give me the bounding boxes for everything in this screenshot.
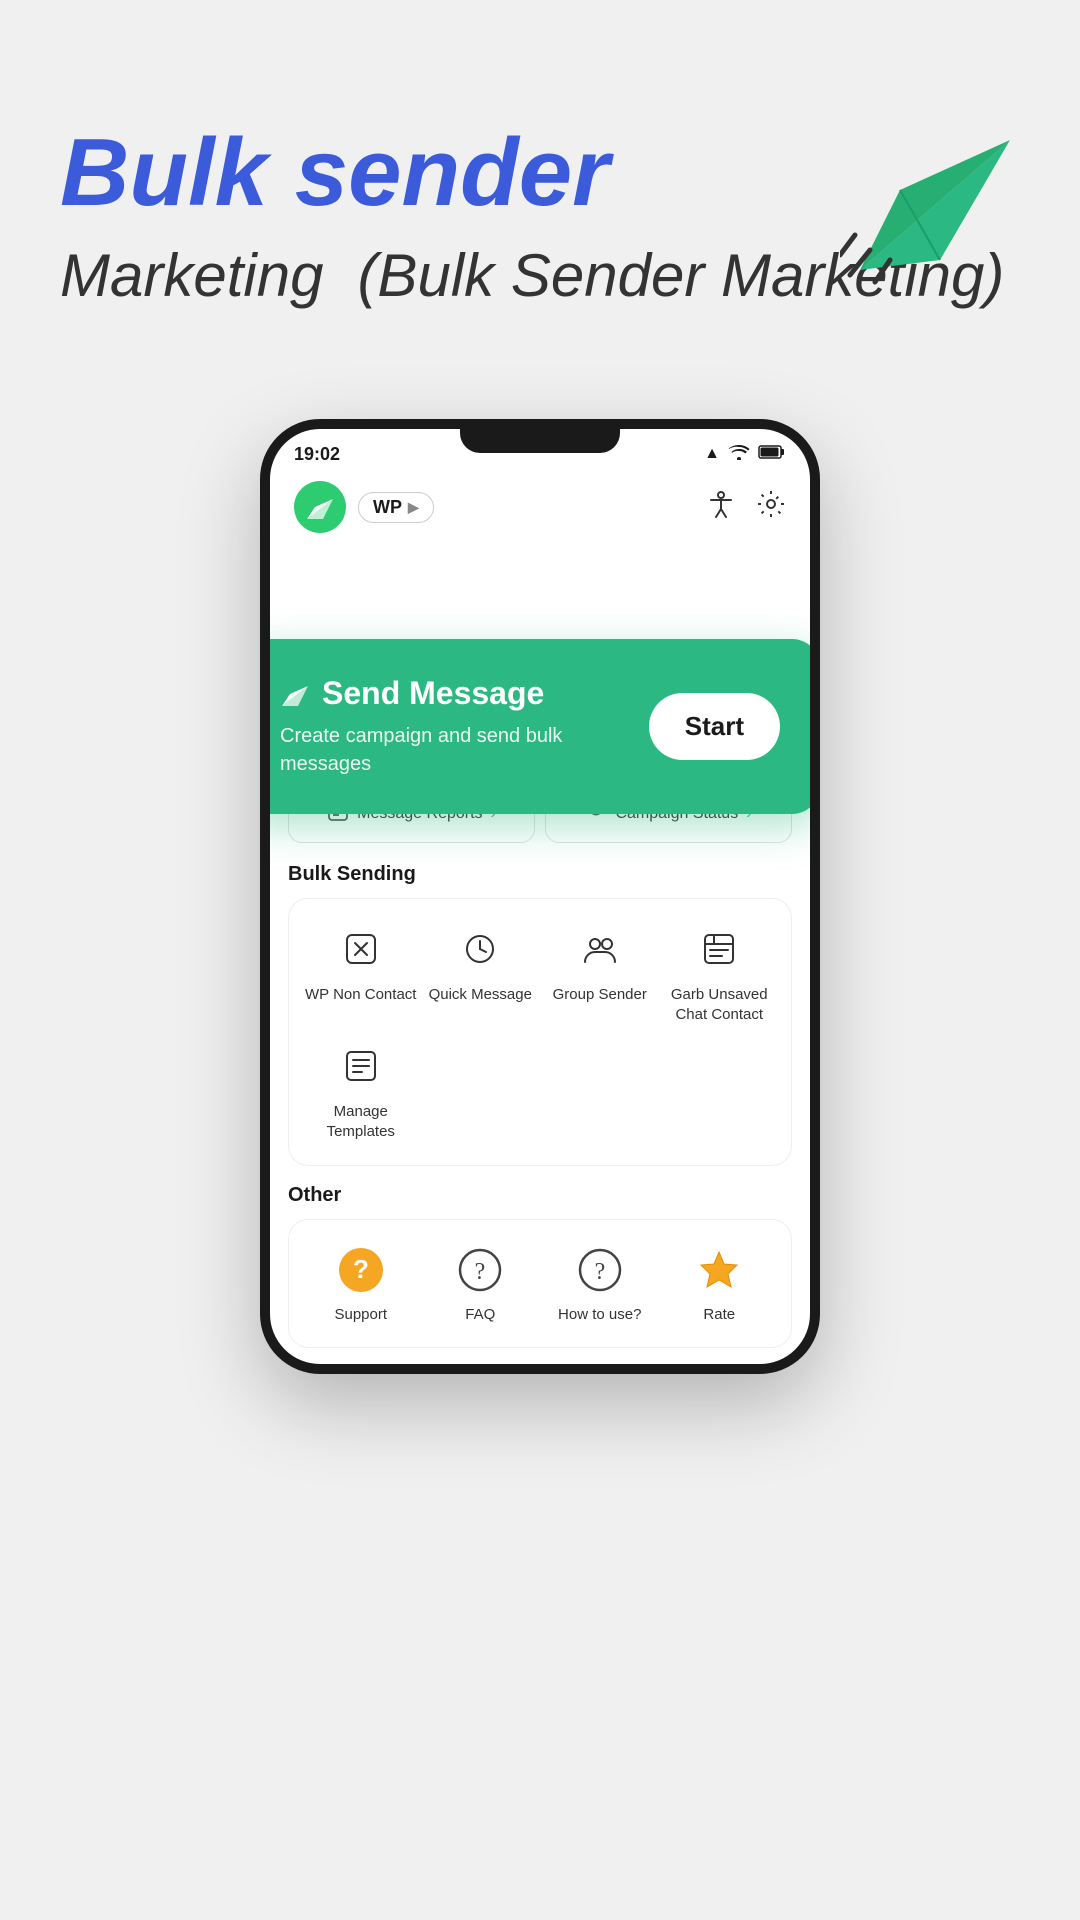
quick-message-icon (454, 923, 506, 975)
send-message-text-area: Send Message Create campaign and send bu… (280, 675, 649, 778)
other-how-to-use[interactable]: ? How to use? (544, 1244, 656, 1323)
send-message-title-text: Send Message (322, 675, 544, 712)
bulk-sending-grid: WP Non Contact Quick Message (305, 923, 775, 1141)
svg-text:?: ? (475, 1259, 486, 1285)
wifi-icon (728, 444, 750, 465)
wp-dropdown-arrow: ▶ (408, 499, 419, 516)
signal-icon: ▲ (704, 445, 720, 463)
settings-icon[interactable] (756, 489, 786, 526)
feature-quick-message[interactable]: Quick Message (425, 923, 537, 1024)
other-faq[interactable]: ? FAQ (425, 1244, 537, 1323)
phone-notch (460, 429, 620, 453)
bulk-sending-card: WP Non Contact Quick Message (288, 898, 792, 1166)
app-header-actions (706, 489, 786, 526)
feature-manage-templates[interactable]: Manage Templates (305, 1040, 417, 1141)
accessibility-icon[interactable] (706, 489, 736, 526)
wp-account-badge[interactable]: WP ▶ (358, 492, 434, 523)
bulk-sending-section-title: Bulk Sending (288, 863, 792, 886)
app-header-bar: WP ▶ (270, 469, 810, 545)
faq-label: FAQ (465, 1306, 495, 1323)
other-support[interactable]: ? Support (305, 1244, 417, 1323)
group-sender-label: Group Sender (553, 985, 647, 1005)
other-grid: ? Support ? FAQ (305, 1244, 775, 1323)
app-logo[interactable] (294, 481, 346, 533)
wp-label: WP (373, 497, 402, 518)
send-message-description: Create campaign and send bulk messages (280, 722, 649, 778)
garb-unsaved-icon (693, 923, 745, 975)
other-section-title: Other (288, 1184, 792, 1207)
rate-label: Rate (703, 1306, 735, 1323)
wp-non-contact-label: WP Non Contact (305, 985, 416, 1005)
phone-mockup: 19:02 ▲ WP (0, 419, 1080, 1374)
manage-templates-label: Manage Templates (305, 1102, 417, 1141)
group-sender-icon (574, 923, 626, 975)
marketing-label: Marketing (60, 242, 323, 309)
support-icon: ? (335, 1244, 387, 1296)
feature-group-sender[interactable]: Group Sender (544, 923, 656, 1024)
feature-garb-unsaved[interactable]: Garb Unsaved Chat Contact (664, 923, 776, 1024)
how-to-use-label: How to use? (558, 1306, 641, 1323)
status-icons: ▲ (704, 444, 786, 465)
app-logo-area: WP ▶ (294, 481, 434, 533)
quick-message-label: Quick Message (429, 985, 532, 1005)
support-label: Support (334, 1306, 387, 1323)
rate-icon (693, 1244, 745, 1296)
how-to-use-icon: ? (574, 1244, 626, 1296)
battery-icon (758, 444, 786, 465)
manage-templates-icon (335, 1040, 387, 1092)
wp-non-contact-icon (335, 923, 387, 975)
start-button[interactable]: Start (649, 693, 780, 760)
phone-frame: 19:02 ▲ WP (260, 419, 820, 1374)
other-card: ? Support ? FAQ (288, 1219, 792, 1348)
send-message-title: Send Message (280, 675, 649, 712)
decorative-plane-icon (840, 100, 1030, 295)
svg-text:?: ? (353, 1254, 369, 1284)
send-message-card: Send Message Create campaign and send bu… (260, 639, 820, 814)
svg-text:?: ? (594, 1259, 605, 1285)
status-time: 19:02 (294, 444, 340, 465)
feature-wp-non-contact[interactable]: WP Non Contact (305, 923, 417, 1024)
other-rate[interactable]: Rate (664, 1244, 776, 1323)
garb-unsaved-label: Garb Unsaved Chat Contact (664, 985, 776, 1024)
faq-icon: ? (454, 1244, 506, 1296)
